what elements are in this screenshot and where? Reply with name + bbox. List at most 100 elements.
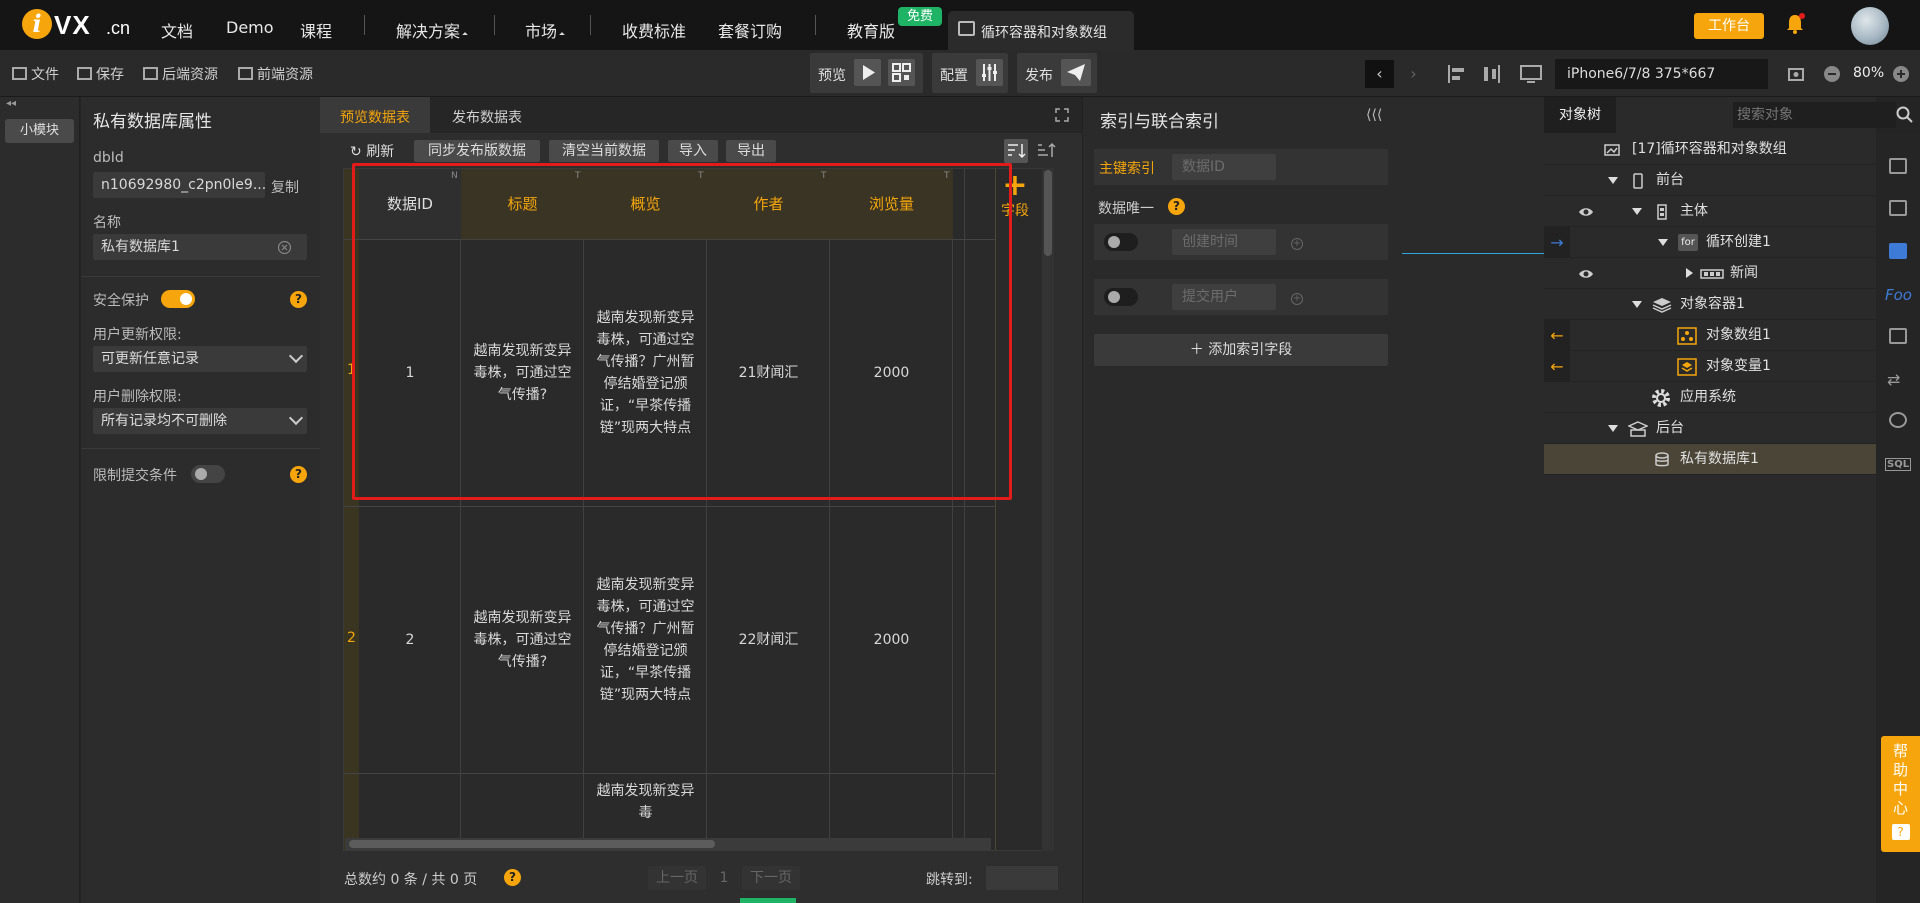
zoom-in-icon[interactable] [1892, 65, 1910, 83]
qrcode-button[interactable] [888, 59, 915, 86]
dbid-field[interactable]: n10692980_c2pn0le9... [93, 172, 265, 198]
nav-plans[interactable]: 套餐订购 [718, 18, 782, 42]
copy-button[interactable]: 复制 [271, 177, 299, 197]
cell-title[interactable]: 越南发现新变异毒株，可通过空气传播? [461, 507, 584, 773]
align-vertical-icon[interactable] [1480, 63, 1502, 85]
horizontal-scroll-thumb[interactable] [349, 840, 715, 848]
collapse-panel-icon[interactable]: ⟨⟨⟨ [1366, 107, 1382, 123]
frontend-resources-button[interactable]: 前端资源 [238, 64, 313, 84]
expand-icon[interactable] [1658, 239, 1668, 246]
unique-toggle[interactable] [1104, 233, 1138, 251]
publish-button[interactable] [1061, 59, 1091, 86]
delete-permission-select[interactable]: 所有记录均不可删除 [93, 408, 307, 434]
tree-item-project[interactable]: [17]循环容器和对象数组 [1544, 134, 1876, 165]
tree-item-object-array[interactable]: ← 对象数组1 [1544, 320, 1876, 351]
tree-item-object-container[interactable]: 对象容器1 [1544, 289, 1876, 320]
file-button[interactable]: 文件 [12, 64, 59, 84]
help-icon[interactable]: ? [290, 291, 307, 308]
sort-desc-button[interactable] [1004, 139, 1028, 163]
link-arrow-icon[interactable]: ← [1544, 320, 1570, 351]
jump-input[interactable] [986, 866, 1058, 890]
nav-courses[interactable]: 课程 [300, 18, 332, 42]
play-button[interactable] [854, 59, 881, 86]
expand-icon[interactable] [1632, 301, 1642, 308]
prev-page-button[interactable]: 上一页 [648, 866, 706, 890]
security-toggle[interactable] [161, 290, 195, 308]
refresh-button[interactable]: ↻ 刷新 [350, 141, 394, 161]
save-button[interactable]: 保存 [77, 64, 124, 84]
tab-object-tree[interactable]: 对象树 [1544, 97, 1616, 133]
link-arrow-icon[interactable]: ← [1544, 351, 1570, 382]
clear-icon[interactable] [278, 241, 291, 254]
cell-summary[interactable]: 越南发现新变异毒株，可通过空气传播？广州暂停结婚登记颁证，“早茶传播链”现两大特… [584, 507, 707, 773]
help-icon[interactable]: ? [1168, 198, 1185, 215]
index-field-user[interactable]: 提交用户 [1172, 284, 1276, 310]
page-number[interactable]: 1 [712, 866, 736, 890]
tree-search-input[interactable] [1733, 102, 1896, 128]
nav-market[interactable]: 市场 [525, 18, 565, 42]
clear-data-button[interactable]: 清空当前数据 [549, 140, 659, 162]
workbench-button[interactable]: 工作台 [1694, 13, 1764, 39]
logo-icon[interactable]: i [22, 9, 52, 39]
cell-summary[interactable]: 越南发现新变异毒 [584, 780, 707, 840]
tree-item-object-variable[interactable]: ← 对象变量1 [1544, 351, 1876, 382]
export-button[interactable]: 导出 [726, 140, 776, 162]
add-index-field-button[interactable]: ＋ 添加索引字段 [1094, 334, 1388, 366]
nav-demo[interactable]: Demo [226, 18, 274, 37]
vertical-scrollbar[interactable] [1042, 168, 1054, 851]
sync-publish-button[interactable]: 同步发布版数据 [414, 140, 540, 162]
small-module-button[interactable]: 小模块 [5, 119, 74, 143]
cell-id[interactable]: 2 [359, 507, 461, 773]
zoom-out-icon[interactable] [1823, 65, 1841, 83]
nav-docs[interactable]: 文档 [161, 18, 193, 42]
align-left-icon[interactable] [1446, 63, 1468, 85]
back-arrow-button[interactable]: ‹ [1365, 60, 1394, 88]
index-field-created[interactable]: 创建时间 [1172, 229, 1276, 255]
device-select[interactable]: iPhone6/7/8 375*667 [1555, 59, 1768, 89]
backend-resources-button[interactable]: 后端资源 [143, 64, 218, 84]
eye-icon[interactable] [1578, 204, 1594, 220]
nav-solutions[interactable]: 解决方案 [396, 18, 468, 42]
monitor-icon[interactable] [1519, 63, 1545, 85]
help-icon[interactable]: ? [504, 869, 521, 886]
transfer-icon[interactable]: ⇄ [1887, 370, 1900, 389]
tree-item-backend[interactable]: 后台 [1544, 413, 1876, 444]
sql-icon[interactable]: SQL [1885, 458, 1912, 471]
eye-icon[interactable] [1578, 266, 1594, 282]
vertical-scroll-thumb[interactable] [1044, 170, 1052, 256]
logo-text[interactable]: VX [54, 10, 91, 41]
tree-item-main[interactable]: 主体 [1544, 196, 1876, 227]
expand-icon[interactable] [1608, 177, 1618, 184]
tree-item-news[interactable]: 新闻 [1544, 258, 1876, 289]
tab-publish-table[interactable]: 发布数据表 [452, 107, 522, 127]
nav-education[interactable]: 教育版 [847, 18, 895, 42]
fullscreen-icon[interactable] [1055, 108, 1069, 122]
tree-item-frontend[interactable]: 前台 [1544, 165, 1876, 196]
add-union-icon[interactable]: + [1291, 238, 1303, 250]
sort-asc-icon[interactable] [1034, 139, 1058, 163]
cell-author[interactable]: 22财闻汇 [707, 507, 830, 773]
search-icon[interactable] [1895, 105, 1915, 125]
project-tab[interactable]: 循环容器和对象数组 [948, 11, 1134, 50]
name-field[interactable]: 私有数据库1 [93, 234, 307, 260]
config-button[interactable] [976, 59, 1003, 86]
tree-item-app-system[interactable]: 应用系统 [1544, 382, 1876, 413]
function-icon[interactable]: Foo [1885, 286, 1912, 304]
collapse-icon[interactable] [1686, 268, 1693, 278]
bell-icon[interactable] [1785, 13, 1805, 35]
limit-submit-toggle[interactable] [191, 465, 225, 483]
forward-arrow-button[interactable]: › [1399, 60, 1428, 88]
primary-index-field[interactable]: 数据ID [1172, 154, 1276, 180]
link-arrow-icon[interactable]: → [1544, 227, 1570, 258]
expand-icon[interactable] [1608, 425, 1618, 432]
unique-toggle[interactable] [1104, 288, 1138, 306]
tree-item-loop[interactable]: → for 循环创建1 [1544, 227, 1876, 258]
user-avatar[interactable] [1851, 7, 1889, 45]
cell-views[interactable]: 2000 [830, 507, 953, 773]
next-page-button[interactable]: 下一页 [742, 866, 800, 890]
update-permission-select[interactable]: 可更新任意记录 [93, 346, 307, 372]
expand-icon[interactable] [1632, 208, 1642, 215]
help-center-button[interactable]: 帮助中心 ? [1881, 736, 1920, 852]
help-icon[interactable]: ? [290, 466, 307, 483]
screenshot-icon[interactable] [1786, 64, 1806, 84]
